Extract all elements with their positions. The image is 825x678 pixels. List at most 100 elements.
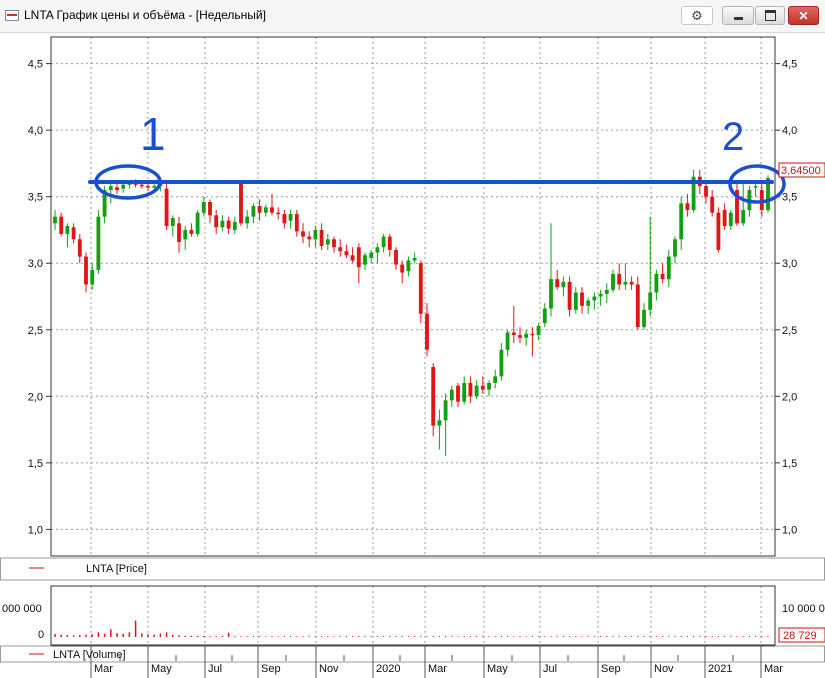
candle-body <box>344 251 349 256</box>
candle-body <box>375 247 380 253</box>
candle-body <box>270 207 274 213</box>
candle-body <box>59 216 64 234</box>
candle-body <box>555 279 560 288</box>
x-axis-label: Sep <box>261 663 281 675</box>
y-axis-label-left: 1,5 <box>28 458 43 470</box>
y-axis-label-right: 3,5 <box>782 192 797 204</box>
candle-body <box>722 210 727 226</box>
candle-body <box>648 292 653 310</box>
last-volume-value: 28 729 <box>783 630 817 642</box>
candle-body <box>90 269 95 285</box>
y-axis-label-right: 1,5 <box>782 458 797 470</box>
candle-body <box>443 400 448 421</box>
candle-body <box>611 273 615 290</box>
candle-body <box>282 213 287 224</box>
volume-legend-label: LNTA [Volume] <box>53 649 126 661</box>
candle-body <box>642 309 646 328</box>
candle-body <box>53 216 57 224</box>
y-axis-label-left: 3,5 <box>28 192 43 204</box>
candle-body <box>164 188 169 226</box>
candle-body <box>239 183 243 224</box>
candle-body <box>462 383 467 402</box>
candle-body <box>338 247 343 252</box>
candle-body <box>65 225 70 234</box>
candle-body <box>84 256 88 285</box>
candle-body <box>394 249 398 265</box>
candle-body <box>152 186 157 188</box>
candle-body <box>623 281 628 285</box>
candle-body <box>220 220 225 228</box>
candle-body <box>685 203 690 210</box>
candle-body <box>542 308 547 324</box>
candle-body <box>741 210 746 224</box>
candle-body <box>660 273 665 280</box>
candle-body <box>257 206 262 213</box>
y-axis-label-left: 1,0 <box>28 524 43 536</box>
price-legend-label: LNTA [Price] <box>86 563 147 575</box>
candle-body <box>536 325 541 336</box>
y-axis-label-left: 3,0 <box>28 258 43 270</box>
candle-body <box>170 217 175 226</box>
x-axis-label: May <box>487 663 508 675</box>
candle-body <box>487 383 491 390</box>
candle-body <box>332 239 336 248</box>
y-axis-label-left: 4,5 <box>28 59 43 71</box>
candle-body <box>505 332 510 350</box>
y-axis-label-right: 4,0 <box>782 125 797 137</box>
candle-body <box>518 335 522 338</box>
candle-body <box>350 255 355 261</box>
candle-body <box>511 332 516 336</box>
candle-body <box>201 202 206 213</box>
candle-body <box>356 247 361 268</box>
candle-body <box>480 385 485 390</box>
candles <box>53 170 770 457</box>
candle-body <box>431 367 436 426</box>
candle-body <box>468 383 473 397</box>
x-axis-label: Jul <box>543 663 557 675</box>
candle-body <box>381 236 386 248</box>
candle-body <box>580 292 584 306</box>
candle-body <box>437 420 442 426</box>
candle-body <box>183 229 188 240</box>
candle-body <box>294 213 299 232</box>
candle-body <box>177 223 181 242</box>
candle-body <box>325 239 330 245</box>
candle-body <box>728 212 733 226</box>
volume-bars <box>54 620 769 637</box>
candle-body <box>369 252 374 258</box>
candle-body <box>449 389 454 401</box>
candle-body <box>214 215 219 228</box>
candle-body <box>456 385 460 402</box>
candle-body <box>251 206 256 217</box>
x-axis-label: Sep <box>601 663 621 675</box>
candle-body <box>232 221 237 230</box>
candle-body <box>418 263 423 314</box>
candle-body <box>189 229 194 234</box>
x-axis-label: Nov <box>319 663 339 675</box>
candle-body <box>604 289 609 294</box>
candle-body <box>561 281 566 288</box>
y-axis-label-right: 2,0 <box>782 391 797 403</box>
candle-body <box>499 349 504 377</box>
y-axis-label-left: 2,0 <box>28 391 43 403</box>
candle-body <box>406 260 411 272</box>
candle-body <box>567 281 572 310</box>
volume-right-top-tick: 10 000 000 <box>782 603 825 615</box>
y-axis-label-right: 2,5 <box>782 325 797 337</box>
candle-body <box>301 231 305 237</box>
volume-left-zero-tick: 0 <box>38 629 44 641</box>
candle-body <box>425 313 429 350</box>
candle-body <box>710 196 715 213</box>
candle-body <box>530 333 535 336</box>
candle-body <box>245 216 250 224</box>
candle-body <box>319 229 324 246</box>
y-axis-label-left: 2,5 <box>28 325 43 337</box>
candle-body <box>96 216 101 270</box>
candle-body <box>208 202 212 216</box>
candle-body <box>139 184 144 187</box>
candle-body <box>195 212 200 234</box>
candle-body <box>115 187 119 191</box>
x-axis-label: May <box>151 663 172 675</box>
candle-body <box>71 227 76 240</box>
price-volume-chart[interactable]: Mar May Jul Sep Nov 2020 Mar May Jul Sep Nov 2021 Ma… <box>0 0 825 678</box>
